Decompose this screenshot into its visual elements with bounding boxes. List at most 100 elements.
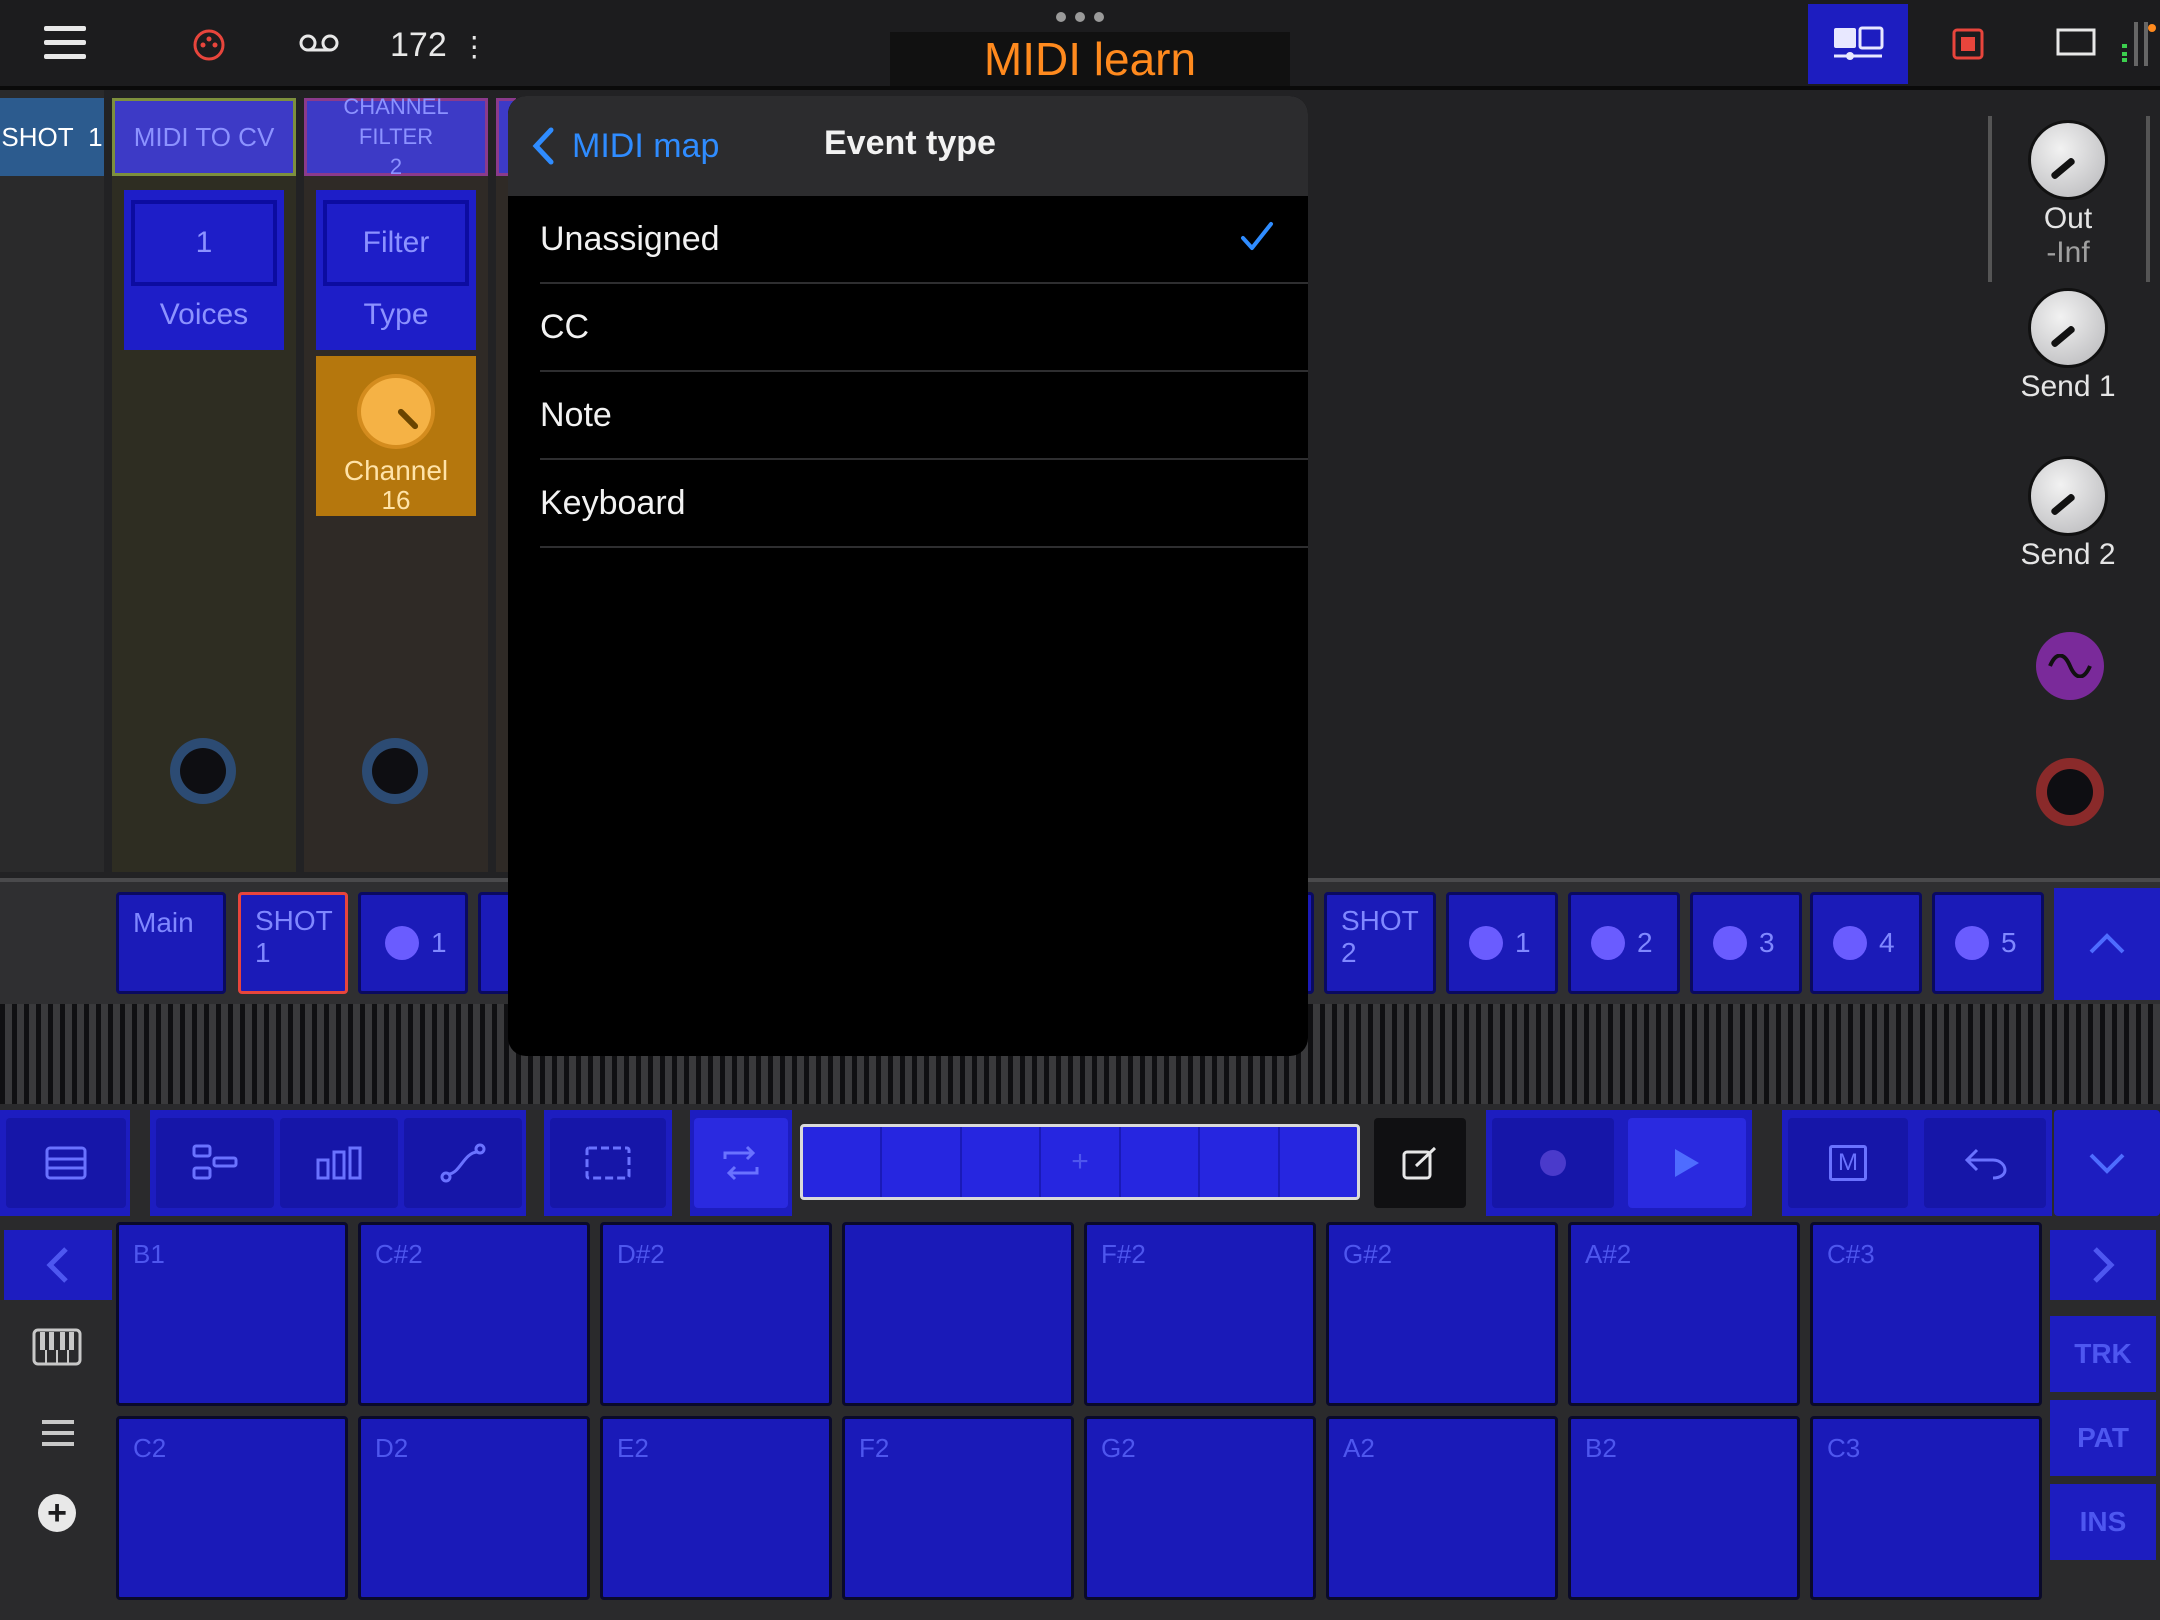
scene-slot-3[interactable]: 3 [1690, 892, 1802, 994]
layout-button[interactable] [1808, 4, 1908, 84]
scene-slot-3-label: 3 [1759, 927, 1775, 958]
pad[interactable]: F2 [842, 1416, 1074, 1600]
channel-filter-port-icon[interactable] [362, 738, 428, 804]
channel-filter-header[interactable]: CHANNEL FILTER 2 [304, 94, 488, 179]
expand-up-button[interactable] [2054, 888, 2160, 1000]
scene-shot-2-num: 2 [1341, 937, 1357, 968]
midi-to-cv-port-icon[interactable] [170, 738, 236, 804]
midi-to-cv-name: MIDI TO CV [133, 121, 275, 152]
right-strip-divider [1988, 116, 1992, 282]
trk-button[interactable]: TRK [2050, 1316, 2156, 1392]
send1-knob[interactable] [2028, 288, 2108, 368]
clip-view-icon [45, 1146, 87, 1180]
pattern-strip[interactable]: + [800, 1124, 1360, 1200]
pad-note: D#2 [617, 1239, 665, 1269]
midi-to-cv-header[interactable]: MIDI TO CV [112, 98, 296, 176]
pad[interactable]: D2 [358, 1416, 590, 1600]
collapse-button[interactable] [2054, 1110, 2160, 1216]
channel-knob[interactable] [357, 374, 435, 449]
pad[interactable]: G#2 [1326, 1222, 1558, 1406]
scene-slot-2[interactable]: 2 [1568, 892, 1680, 994]
menu-icon[interactable] [44, 24, 86, 62]
bpm-display[interactable]: 172 ⋮ [390, 20, 488, 70]
pad-note: F#2 [1101, 1239, 1146, 1269]
record-button[interactable] [1492, 1118, 1614, 1208]
lfo-wave-icon[interactable] [2036, 632, 2104, 700]
out-knob[interactable] [2028, 120, 2108, 200]
scene-shot-2[interactable]: SHOT 2 [1324, 892, 1436, 994]
pad[interactable]: B1 [116, 1222, 348, 1406]
back-button[interactable]: MIDI map [532, 118, 719, 174]
pad[interactable]: C#3 [1810, 1222, 2042, 1406]
event-type-option[interactable]: Unassigned [540, 196, 1308, 284]
pad-note: C3 [1827, 1433, 1861, 1463]
scene-dot-icon [1713, 926, 1747, 960]
play-button[interactable] [1628, 1118, 1746, 1208]
filter-type-param[interactable]: Filter Type [316, 190, 476, 350]
pad[interactable] [842, 1222, 1074, 1406]
record-icon [1540, 1150, 1566, 1176]
option-label: Note [540, 395, 612, 434]
send1-label: Send 1 [2020, 370, 2116, 403]
loop-icon [723, 1145, 759, 1181]
send2-knob[interactable] [2028, 456, 2108, 536]
ins-button[interactable]: INS [2050, 1484, 2156, 1560]
clip-view-button[interactable] [6, 1118, 126, 1208]
scene-slot-5[interactable]: 5 [1932, 892, 2044, 994]
pad[interactable]: F#2 [1084, 1222, 1316, 1406]
scene-slot-5-label: 5 [2001, 927, 2017, 958]
keyboard-icon[interactable] [32, 1328, 82, 1366]
pad-note: G2 [1101, 1433, 1136, 1463]
channel-knob-panel[interactable]: Channel 16 [316, 356, 476, 516]
pad[interactable]: G2 [1084, 1416, 1316, 1600]
scene-dot-icon [1955, 926, 1989, 960]
add-pattern-button[interactable]: + [1041, 1127, 1121, 1197]
shot-track-header[interactable]: SHOT 1 [0, 98, 104, 176]
pad[interactable]: A#2 [1568, 1222, 1800, 1406]
pad-note: C#2 [375, 1239, 423, 1269]
list-icon[interactable] [40, 1418, 76, 1448]
arrange-button[interactable] [156, 1118, 274, 1208]
event-type-option[interactable]: Note [540, 372, 1308, 460]
scene-shot-1[interactable]: SHOT 1 [238, 892, 348, 994]
pat-button[interactable]: PAT [2050, 1400, 2156, 1476]
pad[interactable]: C2 [116, 1416, 348, 1600]
mixer-button[interactable] [280, 1118, 398, 1208]
more-dots-icon[interactable] [1056, 12, 1104, 26]
pad[interactable]: D#2 [600, 1222, 832, 1406]
bpm-value: 172 [390, 26, 447, 64]
scene-pad-1[interactable]: 1 [358, 892, 468, 994]
record-stop-icon[interactable] [1952, 28, 1984, 60]
scene-main[interactable]: Main [116, 892, 226, 994]
midi-port-icon[interactable] [192, 28, 226, 62]
mode-title: MIDI learn [890, 32, 1290, 86]
select-button[interactable] [550, 1118, 666, 1208]
event-type-option[interactable]: CC [540, 284, 1308, 372]
event-type-option[interactable]: Keyboard [540, 460, 1308, 548]
metronome-button[interactable]: M [1788, 1118, 1908, 1208]
edit-button[interactable] [1374, 1118, 1466, 1208]
output-port-icon[interactable] [2036, 758, 2104, 826]
add-icon[interactable]: + [38, 1494, 76, 1532]
scene-slot-1[interactable]: 1 [1446, 892, 1558, 994]
pad[interactable]: C3 [1810, 1416, 2042, 1600]
pad[interactable]: E2 [600, 1416, 832, 1600]
loop-button[interactable] [694, 1118, 788, 1208]
window-icon[interactable] [2056, 28, 2096, 58]
undo-button[interactable] [1924, 1118, 2046, 1208]
next-octave-button[interactable] [2050, 1230, 2156, 1300]
voices-param[interactable]: 1 Voices [124, 190, 284, 350]
play-icon [1675, 1149, 1699, 1177]
tape-icon[interactable] [298, 32, 340, 56]
back-label: MIDI map [572, 126, 720, 165]
chevron-left-icon [532, 127, 554, 165]
mode-title-text: MIDI learn [983, 33, 1197, 85]
pad[interactable]: A2 [1326, 1416, 1558, 1600]
prev-octave-button[interactable] [4, 1230, 112, 1300]
scene-slot-4[interactable]: 4 [1810, 892, 1922, 994]
pad[interactable]: B2 [1568, 1416, 1800, 1600]
layout-icon [1834, 26, 1884, 60]
automation-button[interactable] [404, 1118, 522, 1208]
trk-label: TRK [2074, 1338, 2132, 1369]
pad[interactable]: C#2 [358, 1222, 590, 1406]
